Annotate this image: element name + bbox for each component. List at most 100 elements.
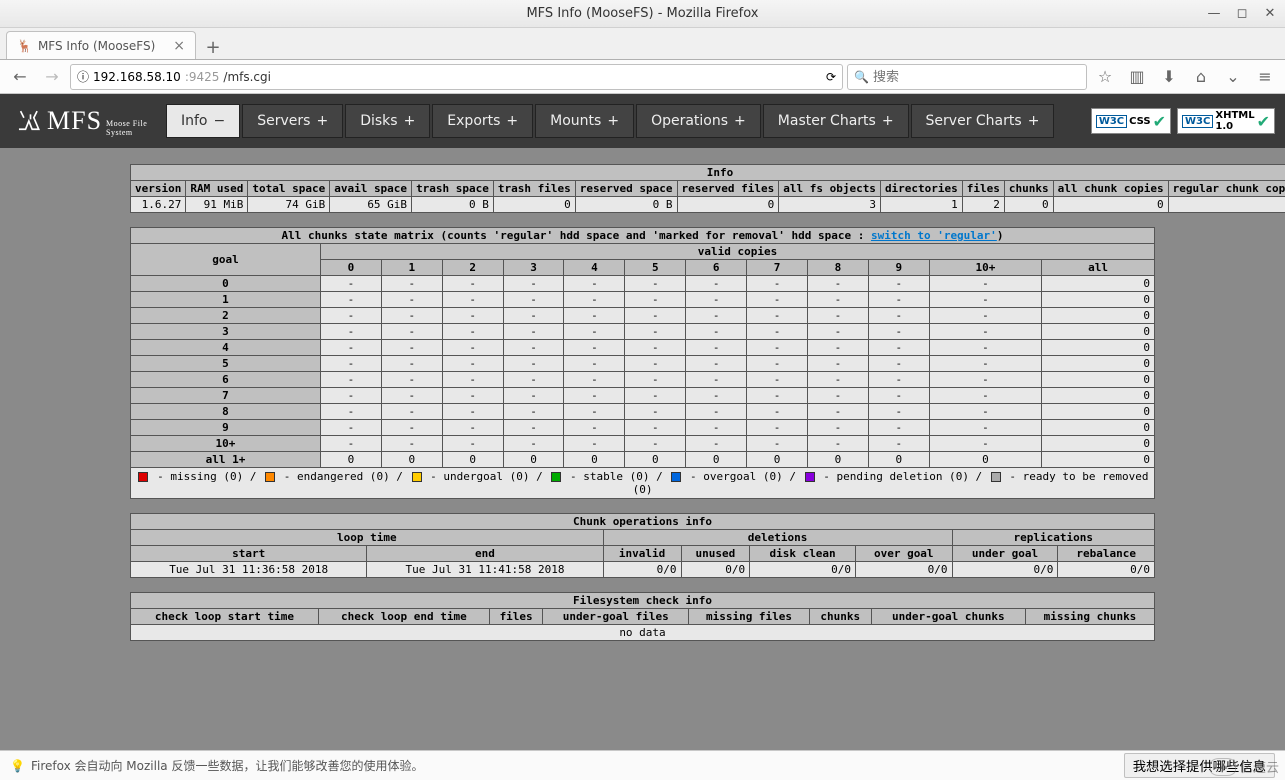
nav-master-charts[interactable]: Master Charts+: [763, 104, 909, 138]
matrix-cell: -: [381, 372, 442, 388]
matrix-cell: -: [503, 420, 564, 436]
matrix-cell: -: [807, 420, 868, 436]
tab-close-button[interactable]: ×: [173, 38, 185, 54]
browser-tab[interactable]: 🦌 MFS Info (MooseFS) ×: [6, 31, 196, 59]
info-col: reserved files: [677, 181, 779, 197]
lightbulb-icon: 💡: [10, 759, 25, 773]
switch-regular-link[interactable]: switch to 'regular': [871, 229, 997, 242]
info-cell: 0 B: [412, 197, 494, 213]
info-cell: 91 MiB: [186, 197, 248, 213]
legend-swatch: [412, 472, 422, 482]
status-text: Firefox 会自动向 Mozilla 反馈一些数据，让我们能够改善您的使用体…: [31, 757, 424, 774]
matrix-cell: 0: [1042, 436, 1155, 452]
nav-toggle-icon: +: [734, 113, 746, 129]
matrix-cell: -: [564, 340, 625, 356]
nav-toggle-icon: −: [214, 113, 226, 129]
forward-button[interactable]: →: [38, 63, 66, 91]
xhtml-badge[interactable]: W3C XHTML1.0 ✔: [1177, 108, 1275, 134]
nav-label: Servers: [257, 113, 310, 129]
nav-toggle-icon: +: [607, 113, 619, 129]
w3c-badges: W3C CSS ✔ W3C XHTML1.0 ✔: [1091, 94, 1285, 148]
matrix-cell: -: [503, 324, 564, 340]
matrix-cell: -: [747, 292, 808, 308]
matrix-goal: all 1+: [131, 452, 321, 468]
bookmark-button[interactable]: ☆: [1091, 63, 1119, 91]
chunkops-cell: 0/0: [856, 562, 953, 578]
downloads-button[interactable]: ⬇: [1155, 63, 1183, 91]
matrix-cell: 0: [564, 452, 625, 468]
matrix-table: All chunks state matrix (counts 'regular…: [130, 227, 1155, 468]
nav-operations[interactable]: Operations+: [636, 104, 761, 138]
window-close-button[interactable]: ✕: [1261, 4, 1279, 22]
watermark: ☁ 亿速云: [1210, 757, 1279, 776]
matrix-cell: 0: [747, 452, 808, 468]
page-viewport[interactable]: MFS Moose File System Info−Servers+Disks…: [0, 94, 1285, 750]
nav-exports[interactable]: Exports+: [432, 104, 533, 138]
matrix-col: 8: [807, 260, 868, 276]
matrix-cell: -: [625, 420, 686, 436]
new-tab-button[interactable]: +: [200, 35, 226, 59]
matrix-cell: -: [747, 308, 808, 324]
nav-info[interactable]: Info−: [166, 104, 240, 138]
reload-icon[interactable]: ⟳: [826, 70, 836, 84]
logo-subtitle: Moose File System: [106, 119, 164, 137]
nav-mounts[interactable]: Mounts+: [535, 104, 634, 138]
fscheck-col: check loop start time: [131, 609, 319, 625]
url-input[interactable]: [275, 69, 822, 84]
matrix-cell: -: [868, 356, 929, 372]
matrix-col: 9: [868, 260, 929, 276]
matrix-cell: -: [442, 372, 503, 388]
css-badge[interactable]: W3C CSS ✔: [1091, 108, 1171, 134]
window-minimize-button[interactable]: —: [1205, 4, 1223, 22]
matrix-cell: -: [686, 292, 747, 308]
window-maximize-button[interactable]: ◻: [1233, 4, 1251, 22]
home-button[interactable]: ⌂: [1187, 63, 1215, 91]
matrix-cell: -: [564, 404, 625, 420]
info-title: Info: [131, 165, 1285, 181]
search-icon: 🔍: [854, 70, 869, 84]
fscheck-col: chunks: [809, 609, 871, 625]
menu-button[interactable]: ≡: [1251, 63, 1279, 91]
search-input[interactable]: [873, 69, 1080, 84]
matrix-goal: 2: [131, 308, 321, 324]
matrix-cell: -: [381, 356, 442, 372]
matrix-cell: -: [442, 276, 503, 292]
matrix-cell: -: [625, 436, 686, 452]
matrix-cell: -: [929, 404, 1042, 420]
browser-toolbar: ← → ⓘ 192.168.58.10:9425/mfs.cgi ⟳ 🔍 ☆ ▥…: [0, 60, 1285, 94]
chunkops-col: rebalance: [1058, 546, 1155, 562]
matrix-cell: -: [503, 340, 564, 356]
matrix-goal: 5: [131, 356, 321, 372]
matrix-cell: 0: [1042, 340, 1155, 356]
info-cell: 2: [962, 197, 1004, 213]
nav-label: Disks: [360, 113, 397, 129]
address-bar[interactable]: ⓘ 192.168.58.10:9425/mfs.cgi ⟳: [70, 64, 843, 90]
pocket-button[interactable]: ⌄: [1219, 63, 1247, 91]
matrix-cell: -: [807, 308, 868, 324]
matrix-cell: -: [503, 404, 564, 420]
matrix-cell: -: [929, 324, 1042, 340]
tab-favicon: 🦌: [17, 39, 32, 53]
matrix-cell: -: [381, 436, 442, 452]
matrix-cell: -: [747, 404, 808, 420]
info-icon[interactable]: ⓘ: [77, 68, 89, 85]
status-bar: 💡 Firefox 会自动向 Mozilla 反馈一些数据，让我们能够改善您的使…: [0, 750, 1285, 780]
chunkops-col: invalid: [603, 546, 681, 562]
matrix-cell: -: [747, 340, 808, 356]
matrix-col: 7: [747, 260, 808, 276]
matrix-col: 1: [381, 260, 442, 276]
matrix-cell: -: [747, 388, 808, 404]
nav-servers[interactable]: Servers+: [242, 104, 343, 138]
back-button[interactable]: ←: [6, 63, 34, 91]
matrix-cell: -: [929, 388, 1042, 404]
matrix-cell: -: [503, 308, 564, 324]
fscheck-col: files: [489, 609, 542, 625]
library-button[interactable]: ▥: [1123, 63, 1151, 91]
nav-disks[interactable]: Disks+: [345, 104, 430, 138]
nav-server-charts[interactable]: Server Charts+: [911, 104, 1055, 138]
search-bar[interactable]: 🔍: [847, 64, 1087, 90]
matrix-cell: -: [686, 436, 747, 452]
matrix-cell: -: [868, 372, 929, 388]
matrix-cell: -: [868, 340, 929, 356]
chunkops-col: over goal: [856, 546, 953, 562]
